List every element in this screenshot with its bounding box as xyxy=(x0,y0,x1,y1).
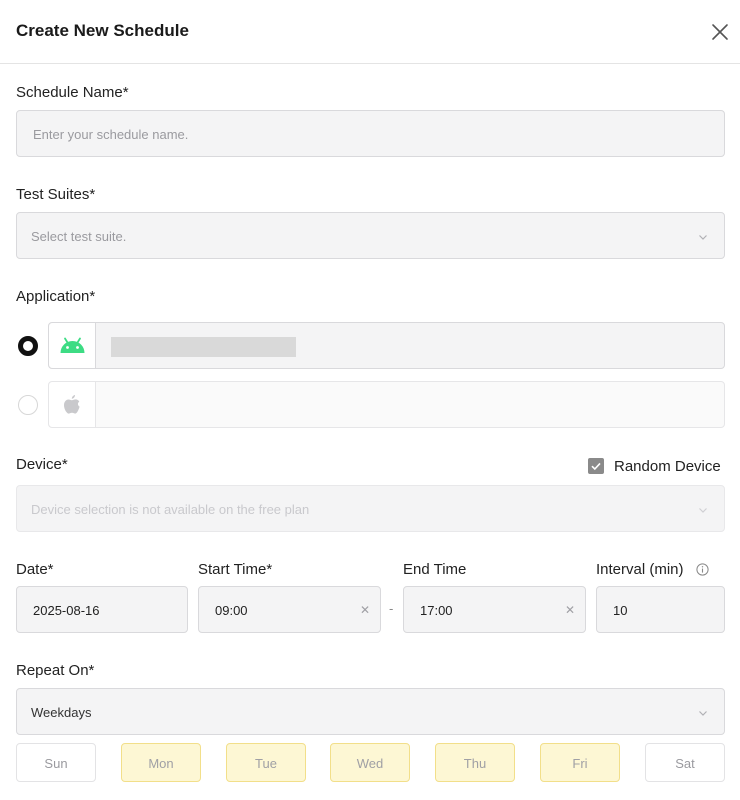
day-tue[interactable]: Tue xyxy=(226,743,306,782)
day-thu[interactable]: Thu xyxy=(435,743,515,782)
application-name-redacted xyxy=(111,337,296,357)
radio-android-selected[interactable] xyxy=(18,336,38,356)
application-android-option[interactable] xyxy=(48,322,725,369)
interval-input[interactable]: 10 xyxy=(596,586,725,633)
day-sun[interactable]: Sun xyxy=(16,743,96,782)
repeat-on-value: Weekdays xyxy=(31,705,92,720)
apple-icon xyxy=(64,395,80,414)
interval-value: 10 xyxy=(613,603,628,618)
end-time-value: 17:00 xyxy=(420,603,453,618)
schedule-name-label: Schedule Name* xyxy=(16,84,129,101)
repeat-on-label: Repeat On* xyxy=(16,662,95,679)
date-input[interactable]: 2025-08-16 xyxy=(16,586,188,633)
start-time-input[interactable]: 09:00 ✕ xyxy=(198,586,381,633)
schedule-name-input[interactable]: Enter your schedule name. xyxy=(16,110,725,157)
random-device-label: Random Device xyxy=(614,458,721,475)
random-device-checkbox[interactable] xyxy=(588,458,604,474)
date-value: 2025-08-16 xyxy=(33,603,100,618)
android-icon xyxy=(60,337,85,353)
chevron-down-icon xyxy=(699,235,707,240)
end-time-input[interactable]: 17:00 ✕ xyxy=(403,586,586,633)
device-select-disabled: Device selection is not available on the… xyxy=(16,485,725,532)
schedule-name-placeholder: Enter your schedule name. xyxy=(33,127,189,142)
start-time-value: 09:00 xyxy=(215,603,248,618)
android-icon-box xyxy=(49,323,96,368)
clear-end-time-icon[interactable]: ✕ xyxy=(565,603,575,617)
repeat-on-select[interactable]: Weekdays xyxy=(16,688,725,735)
day-mon[interactable]: Mon xyxy=(121,743,201,782)
close-icon[interactable] xyxy=(708,20,732,44)
chevron-down-icon xyxy=(699,508,707,513)
application-ios-option[interactable] xyxy=(48,381,725,428)
test-suites-placeholder: Select test suite. xyxy=(31,229,127,244)
day-fri[interactable]: Fri xyxy=(540,743,620,782)
test-suites-label: Test Suites* xyxy=(16,186,96,203)
apple-icon-box xyxy=(49,382,96,427)
end-time-label: End Time xyxy=(403,561,467,578)
start-time-label: Start Time* xyxy=(198,561,273,578)
info-icon[interactable] xyxy=(696,563,709,576)
radio-ios[interactable] xyxy=(18,395,38,415)
interval-label: Interval (min) xyxy=(596,561,684,578)
day-wed[interactable]: Wed xyxy=(330,743,410,782)
chevron-down-icon xyxy=(699,711,707,716)
device-label: Device* xyxy=(16,456,68,473)
day-sat[interactable]: Sat xyxy=(645,743,725,782)
test-suites-select[interactable]: Select test suite. xyxy=(16,212,725,259)
modal-title: Create New Schedule xyxy=(16,21,189,40)
time-separator: - xyxy=(389,601,394,616)
date-label: Date* xyxy=(16,561,54,578)
application-label: Application* xyxy=(16,288,96,305)
modal-header: Create New Schedule xyxy=(0,0,740,64)
device-placeholder: Device selection is not available on the… xyxy=(31,502,310,517)
check-icon xyxy=(591,462,601,471)
clear-start-time-icon[interactable]: ✕ xyxy=(360,603,370,617)
